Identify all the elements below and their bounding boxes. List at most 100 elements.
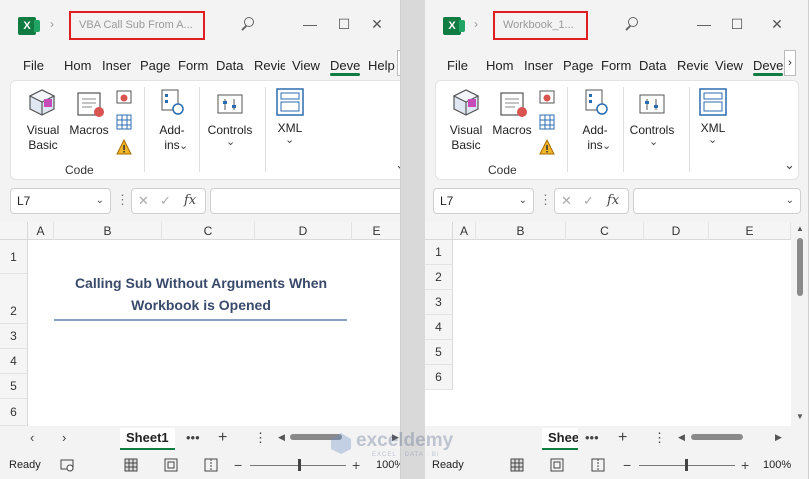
tab-file[interactable]: File [23,58,49,73]
visual-basic-button[interactable]: Visual Basic [21,123,65,153]
row-header[interactable]: 1 [0,240,28,274]
search-icon[interactable] [624,17,638,31]
formula-input[interactable]: ⌄ [633,188,801,214]
tab-home[interactable]: Hom [486,58,516,73]
zoom-in-button[interactable]: + [741,453,749,477]
column-header[interactable]: E [352,222,400,240]
macro-security-icon[interactable] [539,139,555,155]
column-header[interactable]: D [255,222,352,240]
scrollbar-thumb[interactable] [691,434,743,440]
name-box[interactable]: L7 ⌄ [433,188,534,214]
name-box[interactable]: L7 ⌄ [10,188,111,214]
tabs-scroll-right-button[interactable]: › [397,50,400,76]
cancel-icon[interactable]: ✕ [138,189,149,213]
tab-insert[interactable]: Inser [102,58,133,73]
collapse-ribbon-icon[interactable]: ⌄ [784,157,795,173]
tab-file[interactable]: File [447,58,473,73]
next-sheet-icon[interactable]: › [62,426,66,450]
tab-developer[interactable]: Deve [753,58,783,76]
scrollbar-thumb[interactable] [797,238,803,296]
accessibility-icon[interactable] [60,459,74,472]
vertical-scrollbar[interactable]: ▲ ▼ [791,222,808,426]
enter-icon[interactable]: ✓ [583,189,594,213]
tab-developer[interactable]: Deve [330,58,360,76]
zoom-level[interactable]: 100% [763,459,791,471]
page-layout-view-icon[interactable] [550,458,564,472]
normal-view-icon[interactable] [510,458,524,472]
row-header[interactable]: 2 [425,265,453,290]
page-break-view-icon[interactable] [591,458,605,472]
tab-view[interactable]: View [292,58,323,73]
row-header[interactable]: 4 [0,349,28,374]
minimize-button[interactable]: — [694,14,714,34]
enter-icon[interactable]: ✓ [160,189,171,213]
tab-page-layout[interactable]: Page [563,58,594,73]
column-header[interactable]: B [54,222,162,240]
row-header[interactable]: 3 [0,324,28,349]
select-all-corner[interactable] [425,222,453,240]
row-header[interactable]: 2 [0,274,28,324]
macro-security-icon[interactable] [116,139,132,155]
prev-sheet-icon[interactable]: ‹ [30,426,34,450]
insert-function-icon[interactable]: fx [607,189,619,213]
tab-formulas[interactable]: Form [178,58,209,73]
scroll-up-icon[interactable]: ▲ [796,224,804,233]
sheet-tab[interactable]: Shee [542,428,578,450]
sheet-tab[interactable]: Sheet1 [120,428,175,450]
row-header[interactable]: 6 [0,399,28,426]
record-macro-icon[interactable] [116,89,132,105]
add-sheet-button[interactable]: + [218,426,227,450]
column-header[interactable]: B [476,222,566,240]
select-all-corner[interactable] [0,222,28,240]
more-sheets-icon[interactable]: ••• [585,426,599,450]
sheet-options-icon[interactable]: ⋮ [254,426,267,450]
insert-function-icon[interactable]: fx [184,189,196,213]
scroll-right-icon[interactable]: ▶ [775,432,782,443]
cancel-icon[interactable]: ✕ [561,189,572,213]
row-header[interactable]: 1 [425,240,453,265]
search-icon[interactable] [240,17,254,31]
scroll-left-icon[interactable]: ◀ [678,432,685,443]
page-break-view-icon[interactable] [204,458,218,472]
tab-page-layout[interactable]: Page [140,58,171,73]
relative-references-icon[interactable] [539,114,555,130]
column-header[interactable]: C [162,222,255,240]
tab-data[interactable]: Data [639,58,670,73]
zoom-out-button[interactable]: − [234,453,242,477]
more-options-icon[interactable]: ⋮ [116,188,129,212]
zoom-slider-thumb[interactable] [298,459,301,471]
tabs-scroll-right-button[interactable]: › [784,50,796,76]
horizontal-scrollbar[interactable] [691,434,773,440]
tab-formulas[interactable]: Form [601,58,632,73]
tab-view[interactable]: View [715,58,746,73]
workbook-title[interactable]: VBA Call Sub From A... [69,11,205,40]
tab-help[interactable]: Help [368,58,396,73]
maximize-button[interactable]: ☐ [334,14,354,34]
tab-review[interactable]: Revie [677,58,708,73]
workbook-title[interactable]: Workbook_1... [493,11,588,40]
row-header[interactable]: 3 [425,290,453,315]
column-header[interactable]: A [453,222,476,240]
scroll-down-icon[interactable]: ▼ [796,412,804,421]
minimize-button[interactable]: — [300,14,320,34]
tab-data[interactable]: Data [216,58,247,73]
visual-basic-button[interactable]: Visual Basic [444,123,488,153]
column-header[interactable]: A [28,222,54,240]
zoom-slider-thumb[interactable] [685,459,688,471]
more-options-icon[interactable]: ⋮ [539,188,552,212]
tab-home[interactable]: Hom [64,58,94,73]
normal-view-icon[interactable] [124,458,138,472]
row-header[interactable]: 5 [0,374,28,399]
close-button[interactable]: ✕ [767,14,787,34]
record-macro-icon[interactable] [539,89,555,105]
formula-input[interactable]: ⌄ [210,188,400,214]
column-header[interactable]: D [644,222,709,240]
sheet-options-icon[interactable]: ⋮ [653,426,666,450]
page-layout-view-icon[interactable] [164,458,178,472]
row-header[interactable]: 5 [425,340,453,365]
tab-insert[interactable]: Inser [524,58,555,73]
tab-review[interactable]: Revie [254,58,285,73]
column-header[interactable]: C [566,222,644,240]
column-header[interactable]: E [709,222,791,240]
add-sheet-button[interactable]: + [618,426,627,450]
